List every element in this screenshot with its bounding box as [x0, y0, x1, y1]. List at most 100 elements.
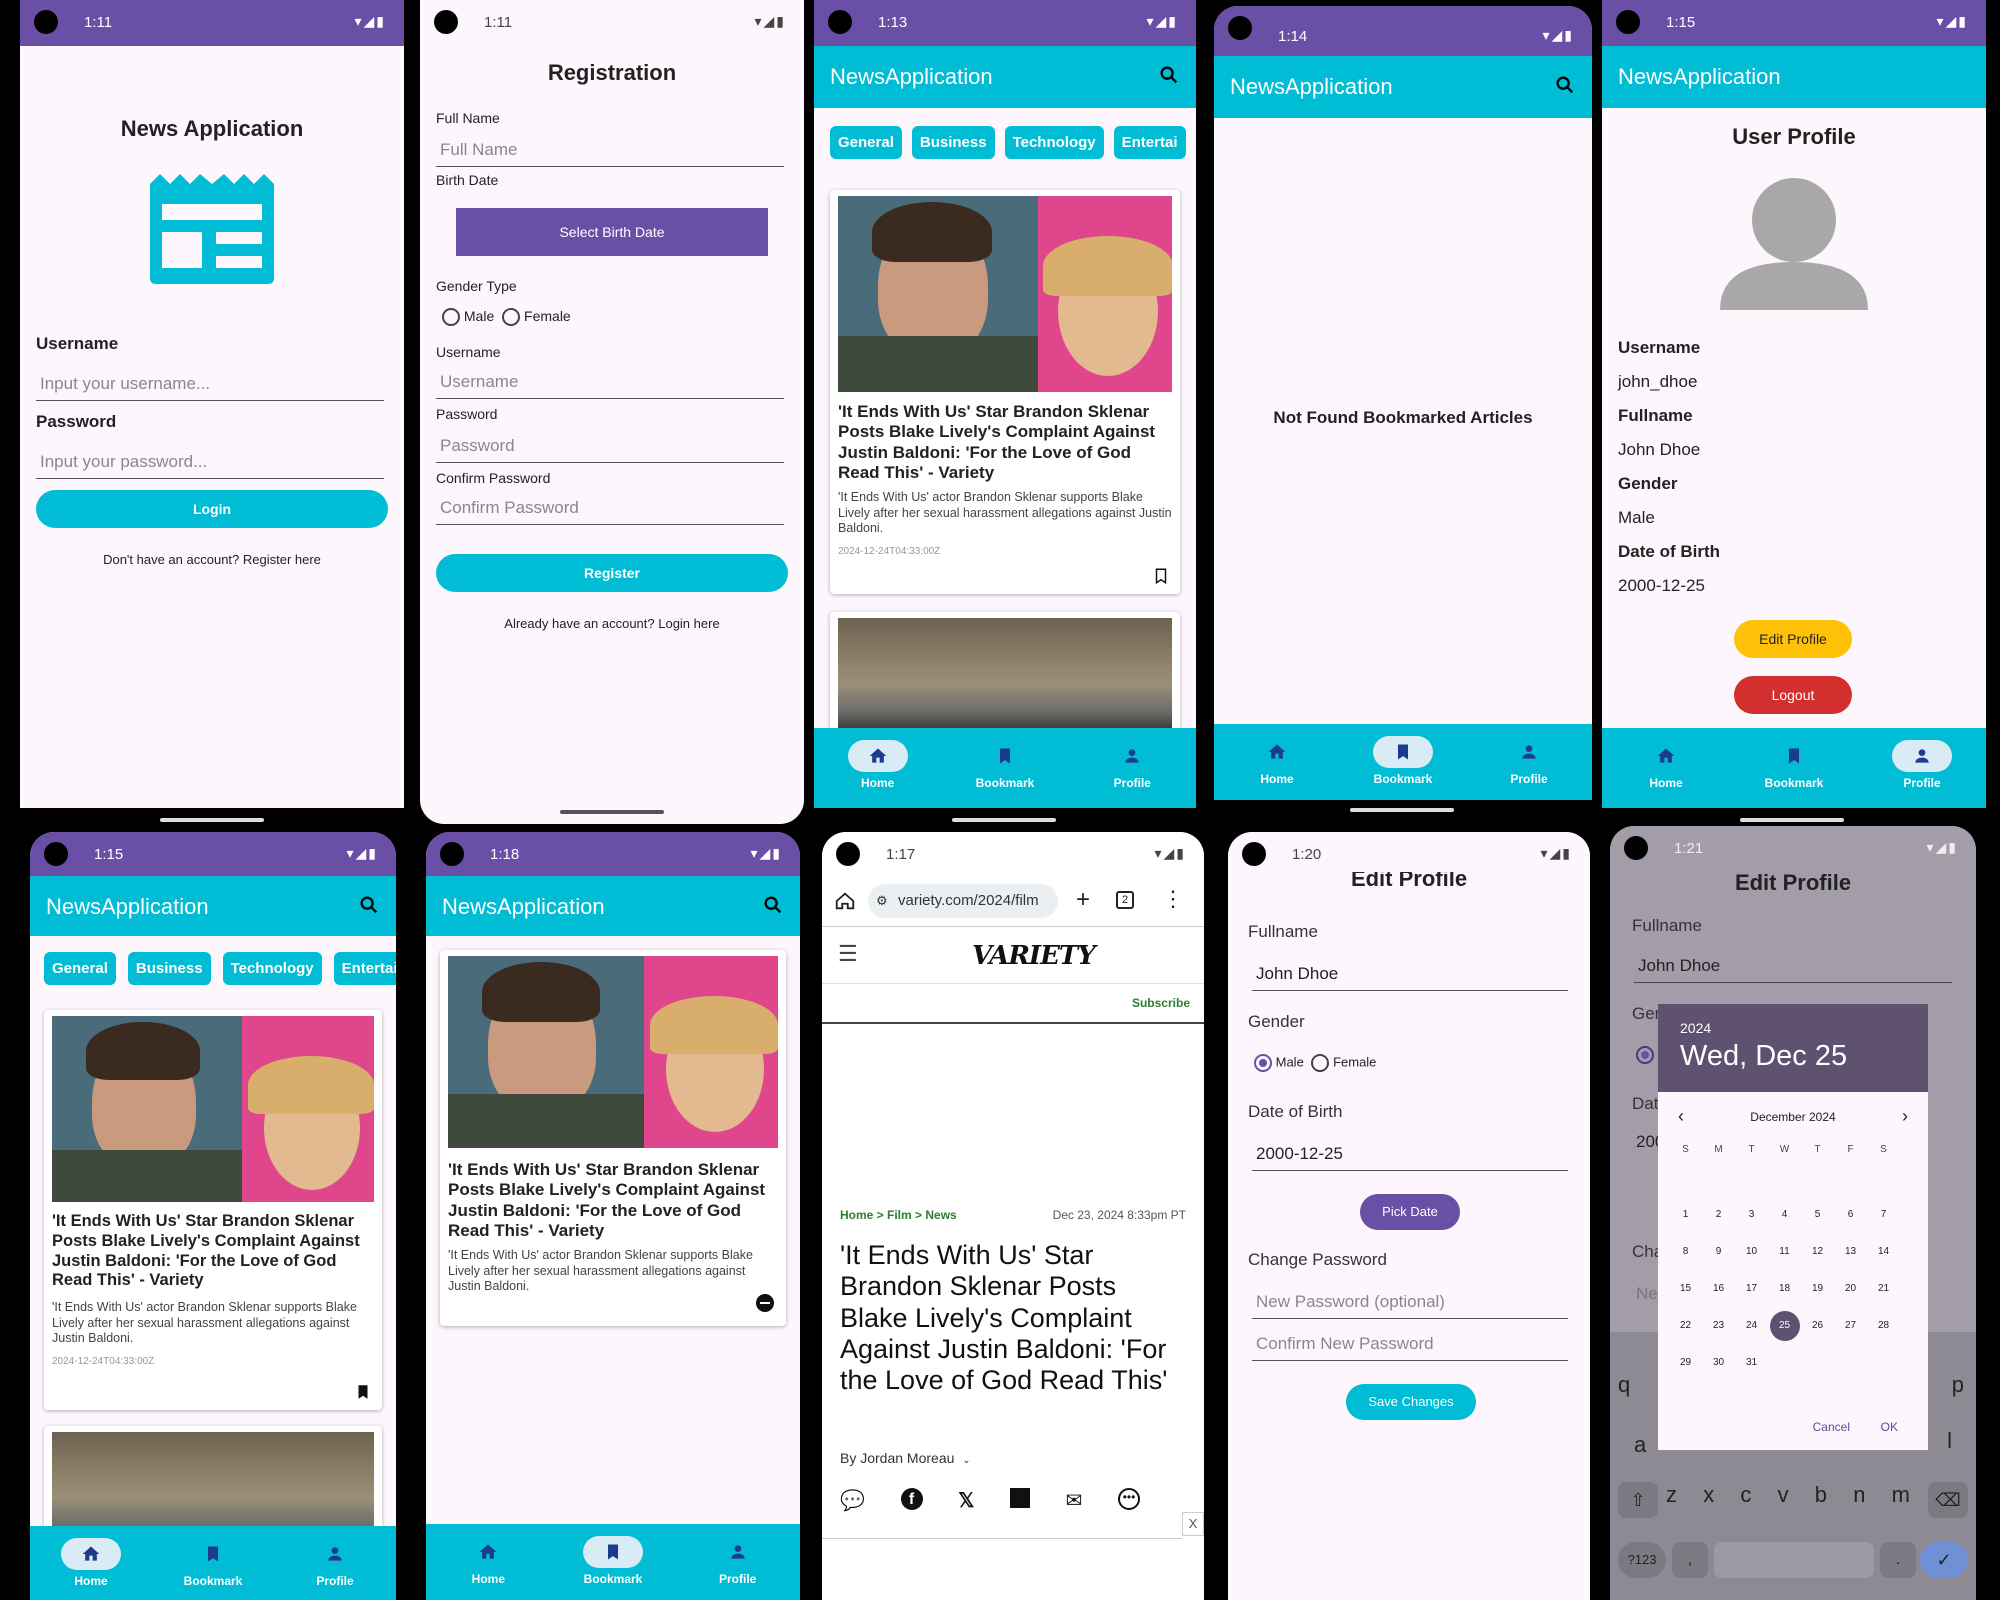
- key-c[interactable]: c: [1740, 1482, 1751, 1508]
- ad-close-button[interactable]: X: [1182, 1512, 1204, 1536]
- comment-icon[interactable]: 💬: [840, 1488, 865, 1513]
- address-bar[interactable]: ⚙ variety.com/2024/film: [868, 884, 1058, 918]
- search-icon[interactable]: [762, 894, 784, 916]
- enter-check-icon[interactable]: ✓: [1920, 1542, 1968, 1578]
- flipboard-icon[interactable]: [1009, 1488, 1030, 1508]
- email-icon[interactable]: ✉: [1066, 1488, 1083, 1513]
- picker-year[interactable]: 2024: [1680, 1020, 1906, 1036]
- register-link[interactable]: Don't have an account? Register here: [20, 552, 404, 567]
- key-l[interactable]: l: [1947, 1428, 1952, 1454]
- login-button[interactable]: Login: [36, 490, 388, 528]
- confirm-new-password-input[interactable]: Confirm New Password: [1252, 1330, 1568, 1361]
- home-icon[interactable]: [834, 890, 856, 912]
- chip-entertainment[interactable]: Entertai: [1113, 126, 1186, 159]
- calendar-day[interactable]: 2: [1702, 1196, 1735, 1233]
- nav-home[interactable]: Home: [814, 728, 941, 808]
- search-icon[interactable]: [1158, 64, 1180, 86]
- radio-male[interactable]: [442, 308, 460, 327]
- key-z[interactable]: z: [1666, 1482, 1677, 1508]
- pick-date-button[interactable]: Pick Date: [1360, 1194, 1460, 1230]
- bookmark-filled-icon[interactable]: [354, 1382, 372, 1402]
- calendar-day[interactable]: 20: [1834, 1270, 1867, 1307]
- x-twitter-icon[interactable]: 𝕏: [958, 1488, 974, 1513]
- calendar-day[interactable]: 1: [1669, 1196, 1702, 1233]
- calendar-day[interactable]: 19: [1801, 1270, 1834, 1307]
- nav-profile[interactable]: Profile: [1858, 728, 1986, 808]
- key-mode[interactable]: ?123: [1618, 1542, 1666, 1578]
- breadcrumb[interactable]: Home > Film > News: [840, 1208, 957, 1222]
- new-tab-icon[interactable]: +: [1076, 886, 1090, 914]
- radio-male[interactable]: [1636, 1046, 1654, 1064]
- calendar-day[interactable]: 15: [1669, 1270, 1702, 1307]
- calendar-day[interactable]: 14: [1867, 1233, 1900, 1270]
- calendar-day[interactable]: 9: [1702, 1233, 1735, 1270]
- username-input[interactable]: Username: [436, 368, 784, 399]
- key-period[interactable]: .: [1880, 1542, 1916, 1578]
- calendar-day[interactable]: 4: [1768, 1196, 1801, 1233]
- article-card[interactable]: [830, 612, 1180, 742]
- key-q[interactable]: q: [1618, 1372, 1630, 1398]
- article-card[interactable]: 'It Ends With Us' Star Brandon Sklenar P…: [830, 190, 1180, 594]
- nav-profile[interactable]: Profile: [1069, 728, 1196, 808]
- calendar-day[interactable]: 23: [1702, 1307, 1735, 1344]
- nav-profile[interactable]: Profile: [1466, 724, 1592, 800]
- login-link[interactable]: Already have an account? Login here: [420, 616, 804, 631]
- calendar-day[interactable]: 13: [1834, 1233, 1867, 1270]
- space-key[interactable]: [1714, 1542, 1874, 1578]
- chip-business[interactable]: Business: [911, 126, 995, 159]
- nav-bookmark[interactable]: Bookmark: [152, 1526, 274, 1600]
- key-v[interactable]: v: [1778, 1482, 1789, 1508]
- key-n[interactable]: n: [1853, 1482, 1865, 1508]
- calendar-day[interactable]: 18: [1768, 1270, 1801, 1307]
- calendar-day[interactable]: 7: [1867, 1196, 1900, 1233]
- subscribe-link[interactable]: Subscribe: [1132, 996, 1190, 1010]
- calendar-day[interactable]: 10: [1735, 1233, 1768, 1270]
- password-input[interactable]: Password: [436, 432, 784, 463]
- search-icon[interactable]: [1554, 74, 1576, 96]
- new-password-input[interactable]: New Password (optional): [1252, 1288, 1568, 1319]
- calendar-day[interactable]: 11: [1768, 1233, 1801, 1270]
- bookmarked-article-card[interactable]: 'It Ends With Us' Star Brandon Sklenar P…: [440, 950, 786, 1326]
- radio-male[interactable]: [1254, 1054, 1272, 1072]
- nav-home[interactable]: Home: [1602, 728, 1730, 808]
- variety-logo[interactable]: VARIETY: [972, 941, 1096, 971]
- chip-entertainment[interactable]: Entertai: [333, 952, 396, 985]
- key-a[interactable]: a: [1634, 1432, 1646, 1458]
- chip-business[interactable]: Business: [127, 952, 211, 985]
- key-m[interactable]: m: [1892, 1482, 1910, 1508]
- calendar-day[interactable]: 29: [1669, 1344, 1702, 1381]
- article-card[interactable]: 'It Ends With Us' Star Brandon Sklenar P…: [44, 1010, 382, 1410]
- calendar-day[interactable]: 5: [1801, 1196, 1834, 1233]
- chevron-right-icon[interactable]: ›: [1902, 1106, 1908, 1127]
- facebook-icon[interactable]: f: [900, 1488, 923, 1510]
- password-input[interactable]: Input your password...: [36, 448, 384, 479]
- calendar-day[interactable]: 28: [1867, 1307, 1900, 1344]
- chip-technology[interactable]: Technology: [1004, 126, 1104, 159]
- fullname-input[interactable]: Full Name: [436, 136, 784, 167]
- fullname-input[interactable]: John Dhoe: [1634, 952, 1952, 983]
- nav-bookmark[interactable]: Bookmark: [551, 1524, 676, 1600]
- calendar-day[interactable]: 27: [1834, 1307, 1867, 1344]
- calendar-day[interactable]: 12: [1801, 1233, 1834, 1270]
- radio-female[interactable]: [502, 308, 521, 327]
- shift-key-icon[interactable]: ⇧: [1618, 1482, 1658, 1518]
- tab-count-icon[interactable]: 2: [1116, 891, 1134, 909]
- nav-bookmark[interactable]: Bookmark: [1340, 724, 1466, 800]
- backspace-key-icon[interactable]: ⌫: [1928, 1482, 1968, 1518]
- calendar-day[interactable]: 8: [1669, 1233, 1702, 1270]
- search-icon[interactable]: [358, 894, 380, 916]
- nav-home[interactable]: Home: [1214, 724, 1340, 800]
- more-share-icon[interactable]: •••: [1118, 1488, 1140, 1510]
- calendar-day[interactable]: 31: [1735, 1344, 1768, 1381]
- key-comma[interactable]: ,: [1672, 1542, 1708, 1578]
- calendar-day[interactable]: 26: [1801, 1307, 1834, 1344]
- fullname-input[interactable]: John Dhoe: [1252, 960, 1568, 991]
- byline-text[interactable]: By Jordan Moreau: [840, 1450, 954, 1466]
- nav-profile[interactable]: Profile: [675, 1524, 800, 1600]
- calendar-day[interactable]: 17: [1735, 1270, 1768, 1307]
- save-changes-button[interactable]: Save Changes: [1346, 1384, 1476, 1420]
- remove-bookmark-icon[interactable]: [756, 1294, 774, 1312]
- nav-home[interactable]: Home: [30, 1526, 152, 1600]
- picker-cancel-button[interactable]: Cancel: [1813, 1420, 1850, 1434]
- calendar-day[interactable]: 24: [1735, 1307, 1768, 1344]
